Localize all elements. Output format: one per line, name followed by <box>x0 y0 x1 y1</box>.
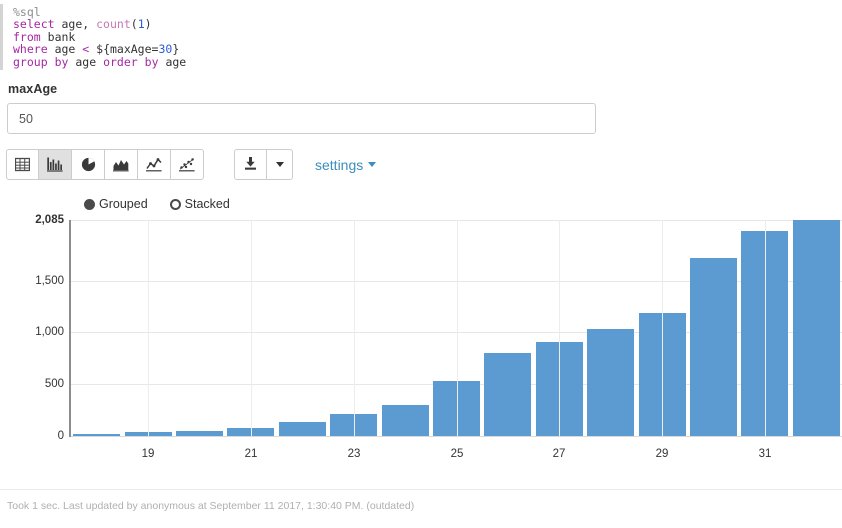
viz-button-group <box>6 149 204 180</box>
code-token: 1 <box>137 17 145 32</box>
code-token: age <box>75 54 97 69</box>
visualization-toolbar: settings <box>6 149 377 180</box>
bar-chart-button[interactable] <box>39 149 72 180</box>
maxage-input[interactable] <box>7 103 596 134</box>
area-chart-icon <box>113 157 129 172</box>
mode-radio-label: Grouped <box>99 197 148 211</box>
grid-line-vertical <box>457 220 458 436</box>
code-token: by <box>144 54 159 69</box>
area-chart-button[interactable] <box>105 149 138 180</box>
sql-code-editor[interactable]: %sql select age, count(1) from bank where a… <box>0 4 842 71</box>
scatter-chart-button[interactable] <box>171 149 204 180</box>
bar-chart-icon <box>47 157 63 172</box>
x-axis-tick-label: 23 <box>347 448 361 460</box>
line-chart-button[interactable] <box>138 149 171 180</box>
download-dropdown-button[interactable] <box>267 149 293 180</box>
bar[interactable] <box>73 434 120 436</box>
scatter-chart-icon <box>179 157 195 172</box>
x-axis-tick-label: 29 <box>655 448 669 460</box>
code-lines: %sql select age, count(1) from bank where a… <box>13 6 842 68</box>
y-axis-tick-label: 2,085 <box>35 214 64 226</box>
code-token: age <box>165 54 187 69</box>
bar[interactable] <box>587 329 634 436</box>
download-icon <box>243 156 258 174</box>
zeppelin-paragraph: %sql select age, count(1) from bank where a… <box>0 0 842 528</box>
y-axis-line <box>69 220 71 437</box>
chart-mode-radios: Grouped Stacked <box>84 197 230 211</box>
x-axis-tick-label: 25 <box>450 448 464 460</box>
x-axis-tick-label: 21 <box>244 448 258 460</box>
code-line: select age, count(1) <box>13 18 842 30</box>
bar[interactable] <box>382 405 429 436</box>
mode-radio-grouped[interactable]: Grouped <box>84 197 148 211</box>
bar[interactable] <box>690 258 737 436</box>
grid-line-vertical <box>148 220 149 436</box>
table-view-button[interactable] <box>6 149 39 180</box>
download-button-group <box>234 149 293 180</box>
maxage-form-label: maxAge <box>8 82 58 96</box>
download-button[interactable] <box>234 149 267 180</box>
x-axis-tick-label: 31 <box>758 448 772 460</box>
code-token: count <box>96 17 131 32</box>
line-chart-icon <box>146 157 162 172</box>
settings-link[interactable]: settings <box>315 156 377 173</box>
x-axis-tick-label: 27 <box>552 448 566 460</box>
bar[interactable] <box>793 220 840 436</box>
caret-down-icon <box>368 162 377 167</box>
y-axis-tick-label: 500 <box>44 378 64 390</box>
radio-icon <box>169 198 181 210</box>
code-line: group by age order by age <box>13 54 842 69</box>
bar-chart[interactable]: 0 500 1,000 1,500 2,085 19 21 23 25 27 29 31 <box>0 212 842 474</box>
bar[interactable] <box>484 353 531 436</box>
y-axis-tick-label: 1,500 <box>35 275 64 287</box>
settings-label: settings <box>315 156 364 173</box>
grid-line-vertical <box>662 220 663 436</box>
y-axis-tick-label: 1,000 <box>35 326 64 338</box>
x-axis-tick-label: 19 <box>141 448 155 460</box>
bar[interactable] <box>279 422 326 436</box>
bar[interactable] <box>176 431 223 436</box>
grid-line-vertical <box>765 220 766 436</box>
grid-line-horizontal <box>71 436 842 437</box>
chevron-down-icon <box>275 162 284 167</box>
mode-radio-stacked[interactable]: Stacked <box>169 197 230 211</box>
grid-line-vertical <box>354 220 355 436</box>
grid-line-vertical <box>251 220 252 436</box>
y-axis-tick-label: 0 <box>57 430 64 442</box>
code-token: ( <box>130 17 138 32</box>
footer-divider <box>0 489 842 490</box>
grid-line-vertical <box>559 220 560 436</box>
code-token: , <box>82 17 97 32</box>
code-token: group <box>13 54 48 69</box>
pie-chart-icon <box>81 157 96 172</box>
code-token: order <box>103 54 138 69</box>
pie-chart-button[interactable] <box>72 149 105 180</box>
table-icon <box>15 157 30 172</box>
code-token: ) <box>144 17 152 32</box>
code-token: by <box>54 54 69 69</box>
paragraph-status-text: Took 1 sec. Last updated by anonymous at… <box>7 500 415 512</box>
radio-icon <box>84 198 95 210</box>
mode-radio-label: Stacked <box>184 197 230 211</box>
